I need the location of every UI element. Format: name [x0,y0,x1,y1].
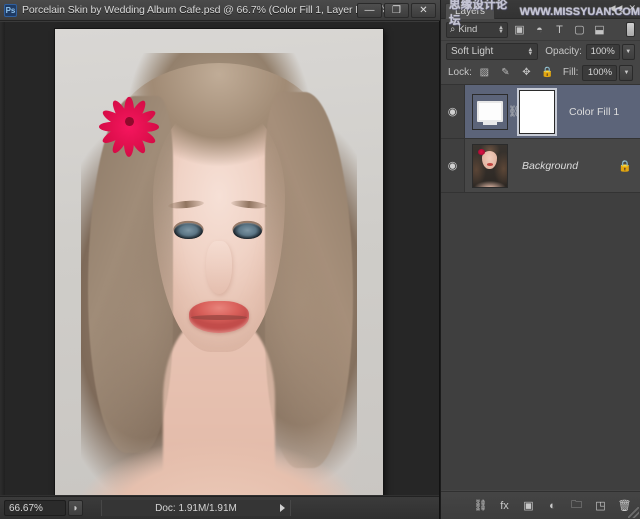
fill-label: Fill: [563,67,579,78]
thumb-shoulder [474,177,505,186]
close-panel-icon[interactable]: ✕ [628,2,636,14]
canvas-area[interactable] [0,21,439,495]
blend-mode-row: Soft Light ▲▼ Opacity: 100% ▼ [441,41,640,62]
add-layer-style-icon[interactable]: fx [497,498,512,513]
document-size-text: Doc: 1.91M/1.91M [155,503,237,514]
document-image[interactable] [55,29,383,495]
layer-mask-thumbnail[interactable] [519,90,555,134]
document-title: Porcelain Skin by Wedding Album Cafe.psd… [22,4,399,16]
filter-type-layers-icon[interactable]: T [551,22,568,38]
lock-image-pixels-icon[interactable]: ✎ [497,65,514,81]
eye-left [174,223,202,239]
table-row[interactable]: ◉ Background 🔒 [441,139,640,193]
layer-name[interactable]: Color Fill 1 [569,106,619,118]
document-info-arrow-icon[interactable] [280,504,285,512]
layer-list[interactable]: ◉ ⛓ Color Fill 1 ◉ [441,84,640,490]
window-resize-grip[interactable] [628,507,639,518]
chevron-updown-icon[interactable]: ▲▼ [498,26,504,34]
eye-icon: ◉ [448,105,458,118]
layer-thumbnail-photo[interactable] [472,144,508,188]
panel-tab-tools: ◀◀ ✕ [609,2,636,14]
blend-mode-select[interactable]: Soft Light ▲▼ [446,43,538,60]
lip-line [191,315,247,320]
chevron-updown-icon[interactable]: ▲▼ [527,48,533,56]
new-group-icon[interactable]: 🗀 [569,498,584,513]
table-row[interactable]: ◉ ⛓ Color Fill 1 [441,85,640,139]
layer-name[interactable]: Background [522,160,578,172]
nose [206,241,232,294]
layers-panel: Layers ◀◀ ✕ 思缘设计论坛 WWW.MISSYUAN.COM ⌕ Ki… [441,0,640,519]
add-layer-mask-icon[interactable]: ▣ [521,498,536,513]
search-icon: ⌕ [450,24,455,35]
blend-mode-value: Soft Light [451,46,493,57]
tab-layers[interactable]: Layers [445,3,495,19]
maximize-button[interactable]: ❐ [384,3,409,18]
photoshop-app-icon: Ps [4,4,17,17]
canvas-left-rail [0,22,5,495]
new-fill-adjustment-layer-icon[interactable]: ◐ [545,498,560,513]
lock-transparent-pixels-icon[interactable]: ▨ [476,65,493,81]
close-button[interactable]: ✕ [411,3,436,18]
eye-right [233,223,261,239]
photoshop-window: Ps Porcelain Skin by Wedding Album Cafe.… [0,0,640,519]
document-statusbar: 66.67% ◗ Doc: 1.91M/1.91M [0,496,439,519]
statusbar-menu-button[interactable]: ◗ [68,500,83,516]
lock-row: Lock: ▨ ✎ ✥ 🔒 Fill: 100% ▼ [441,62,640,83]
link-layers-icon[interactable]: ⛓ [473,498,488,513]
filter-shape-layers-icon[interactable]: ▢ [571,22,588,38]
filter-enable-toggle[interactable] [626,22,635,37]
layer-visibility-toggle[interactable]: ◉ [441,139,465,192]
opacity-dropdown-icon[interactable]: ▼ [622,44,635,60]
layer-thumbnail-solid-fill[interactable] [472,94,508,130]
solid-fill-swatch-icon [477,101,503,122]
red-flower [96,89,162,154]
document-size-info[interactable]: Doc: 1.91M/1.91M [101,500,291,516]
thumb-lips [487,163,493,166]
lock-icon[interactable]: 🔒 [618,159,632,172]
collapse-panel-icon[interactable]: ◀◀ [609,2,623,14]
filter-pixel-layers-icon[interactable]: ▣ [511,22,528,38]
panel-tabbar: Layers ◀◀ ✕ [441,0,640,19]
filter-kind-select[interactable]: ⌕ Kind ▲▼ [446,22,508,38]
zoom-level-input[interactable]: 66.67% [4,500,66,516]
window-controls: — ❐ ✕ [355,3,436,18]
document-window: Ps Porcelain Skin by Wedding Album Cafe.… [0,0,440,519]
opacity-input[interactable]: 100% [586,44,620,60]
new-layer-icon[interactable]: ◳ [593,498,608,513]
minimize-button[interactable]: — [357,3,382,18]
layers-panel-footer: ⛓ fx ▣ ◐ 🗀 ◳ 🗑 [441,491,640,519]
lock-position-icon[interactable]: ✥ [518,65,535,81]
thumb-flower [478,149,485,155]
opacity-label: Opacity: [545,46,582,57]
layer-visibility-toggle[interactable]: ◉ [441,85,465,138]
mask-link-icon[interactable]: ⛓ [508,105,519,118]
filter-kind-value: Kind [458,24,477,35]
layer-filter-row: ⌕ Kind ▲▼ ▣ ◓ T ▢ ⬓ [441,19,640,41]
lock-label: Lock: [448,67,472,78]
portrait-photo [55,29,383,495]
lock-all-icon[interactable]: 🔒 [539,65,556,81]
document-titlebar[interactable]: Ps Porcelain Skin by Wedding Album Cafe.… [0,0,440,21]
filter-smart-objects-icon[interactable]: ⬓ [591,22,608,38]
eye-icon: ◉ [448,159,458,172]
fill-input[interactable]: 100% [582,65,617,81]
fill-dropdown-icon[interactable]: ▼ [619,65,633,81]
filter-adjustment-layers-icon[interactable]: ◓ [531,22,548,38]
